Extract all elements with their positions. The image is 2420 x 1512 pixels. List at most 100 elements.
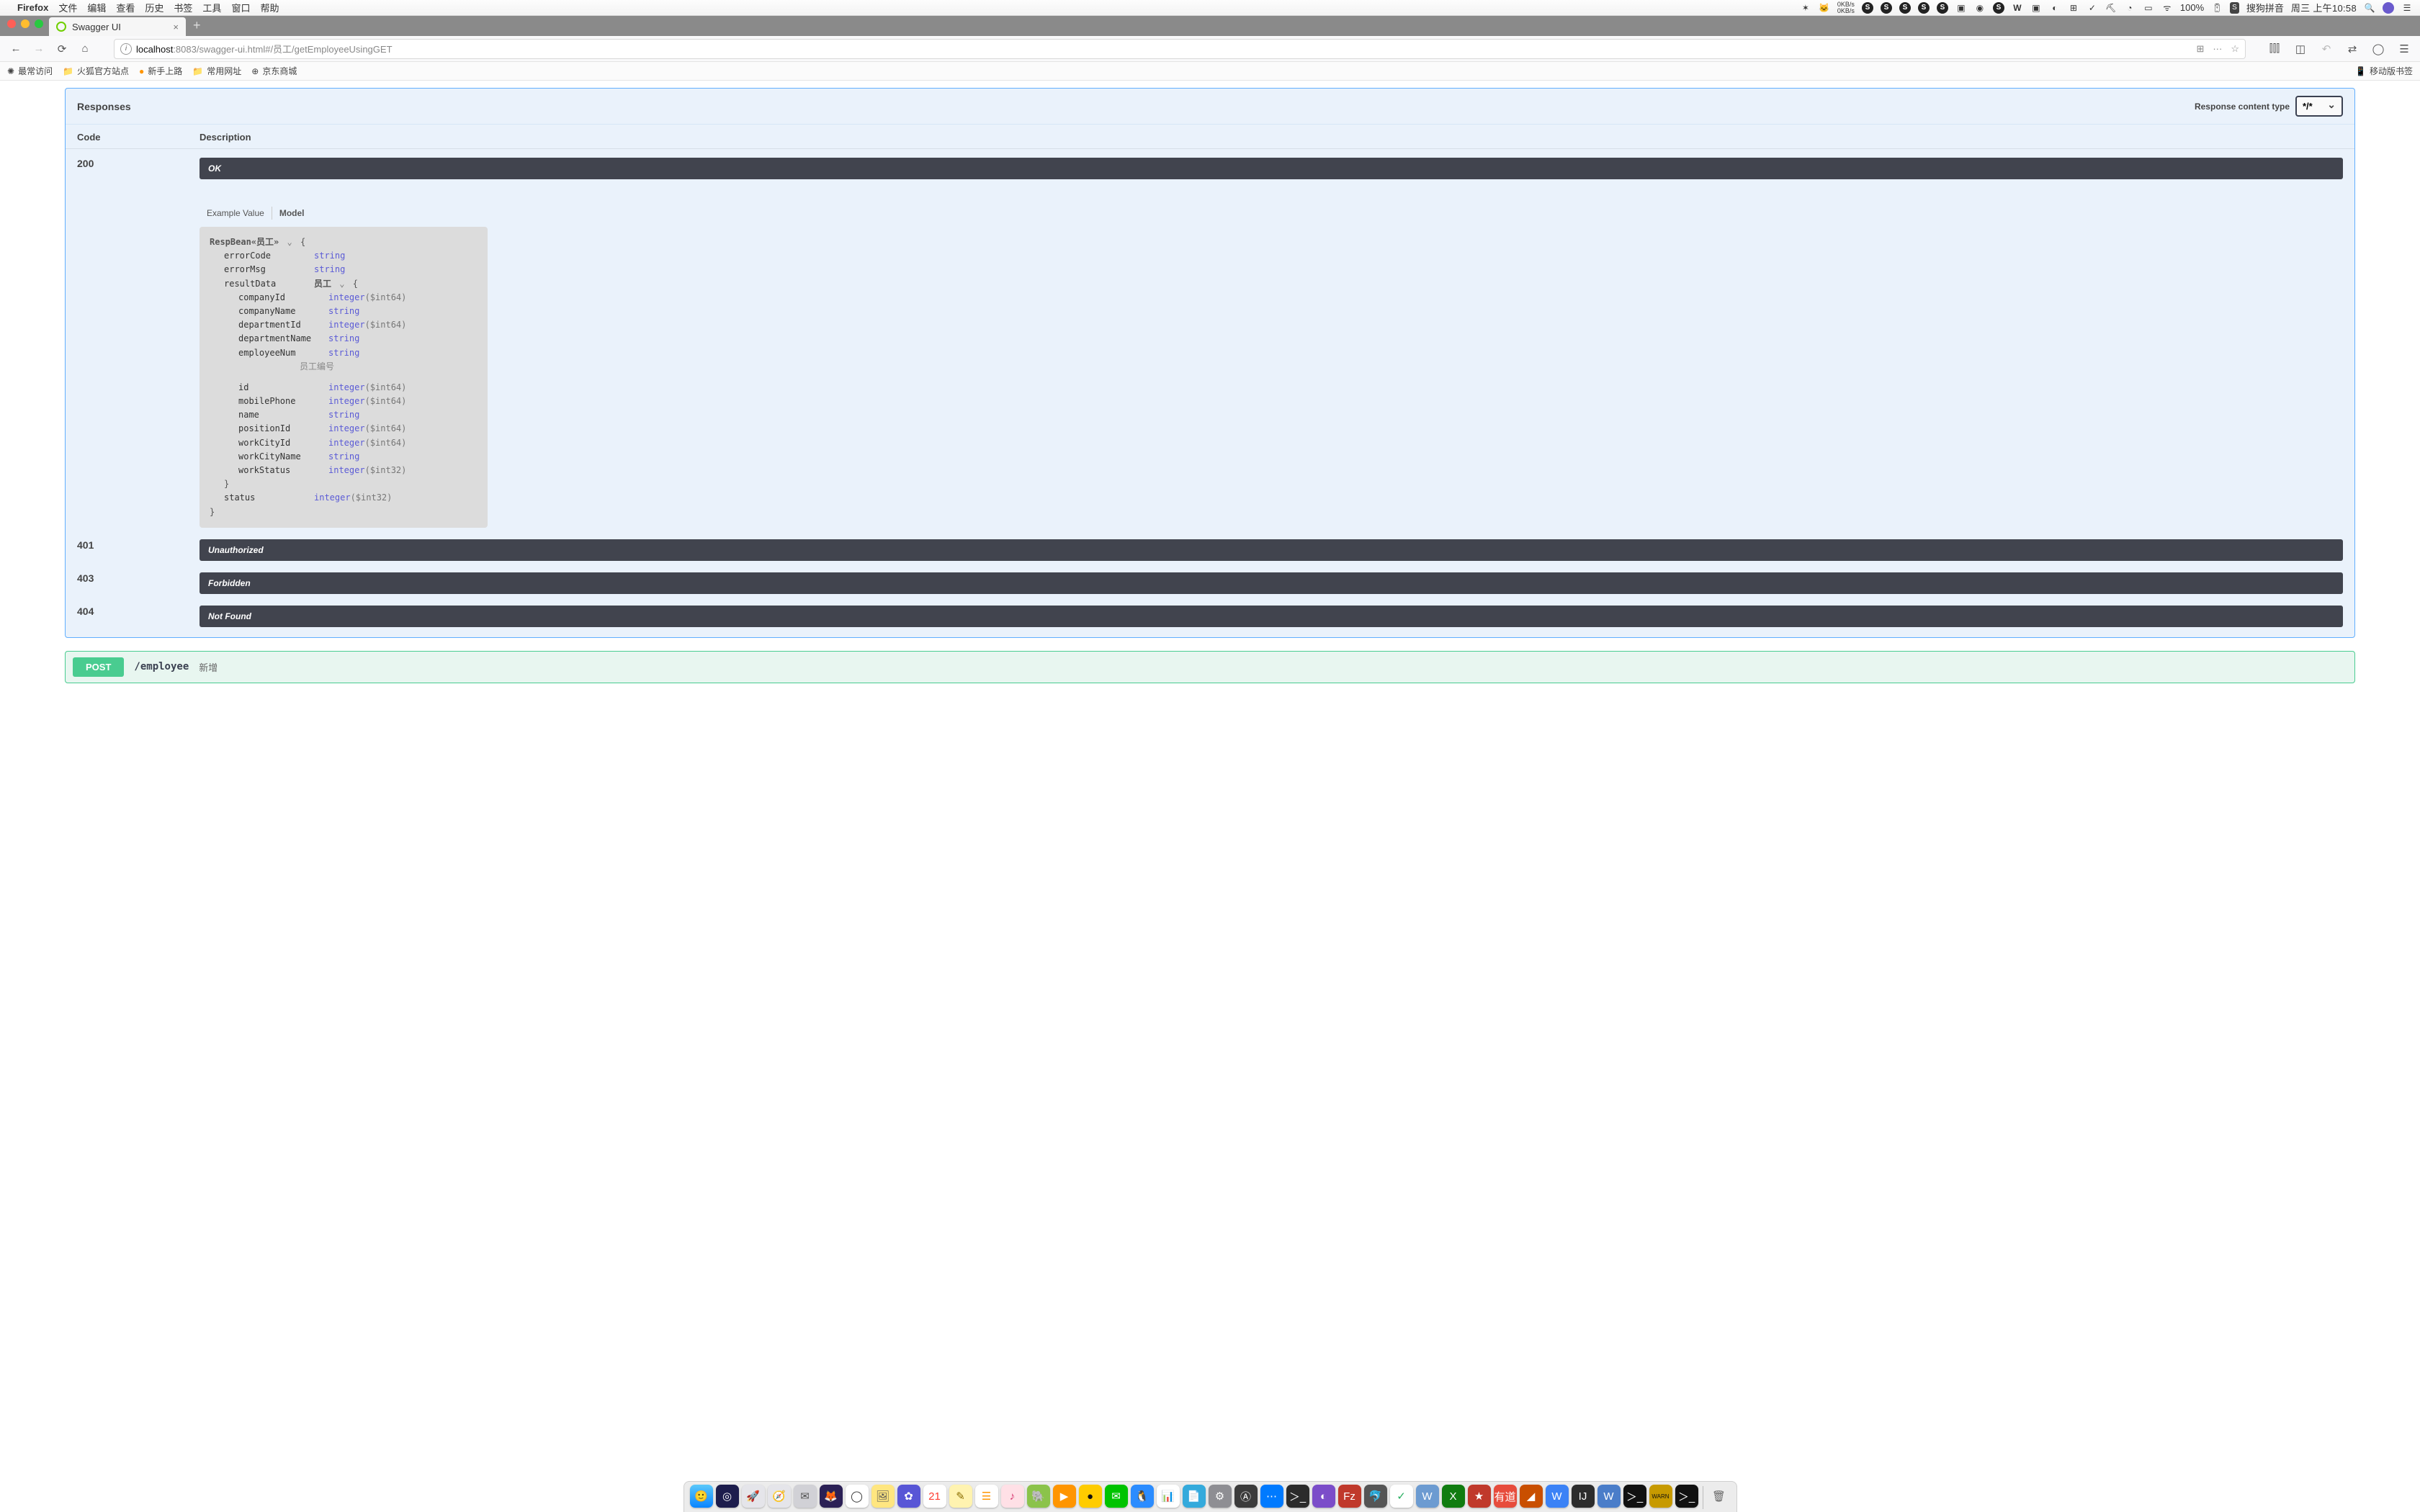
qr-icon[interactable]: ⊞ bbox=[2196, 43, 2204, 55]
dock-systemprefs-icon[interactable]: ⚙︎ bbox=[1209, 1485, 1232, 1508]
menu-file[interactable]: 文件 bbox=[58, 1, 77, 14]
ime-badge[interactable]: S bbox=[2230, 2, 2239, 14]
bm-newbie[interactable]: ●新手上路 bbox=[139, 65, 182, 77]
cat-icon[interactable]: 🐱 bbox=[1819, 2, 1830, 14]
status-tools-icon[interactable]: ⛏ bbox=[2105, 2, 2117, 14]
spotlight-icon[interactable]: 🔍 bbox=[2364, 2, 2375, 14]
dock-warning-icon[interactable]: WARN bbox=[1649, 1485, 1672, 1508]
status-s-2-icon[interactable]: S bbox=[1881, 2, 1892, 14]
dock-vlc-icon[interactable]: ▶ bbox=[1053, 1485, 1076, 1508]
dock-excel-icon[interactable]: X bbox=[1442, 1485, 1465, 1508]
dock-qq-icon[interactable]: 🐧 bbox=[1131, 1485, 1154, 1508]
bookmark-star-icon[interactable]: ☆ bbox=[2231, 43, 2239, 55]
bm-jd[interactable]: ⊕京东商城 bbox=[251, 65, 297, 77]
chevron-down-icon[interactable]: ⌄ bbox=[284, 237, 295, 247]
dock-eclipse-icon[interactable]: ◐ bbox=[1312, 1485, 1335, 1508]
menu-bookmarks[interactable]: 书签 bbox=[174, 1, 192, 14]
back-button[interactable]: ← bbox=[7, 40, 24, 58]
status-grid-icon[interactable]: ⊞ bbox=[2068, 2, 2079, 14]
browser-tab[interactable]: Swagger UI × bbox=[49, 17, 186, 36]
menu-history[interactable]: 历史 bbox=[145, 1, 163, 14]
dock-stickies-icon[interactable]: ● bbox=[1079, 1485, 1102, 1508]
dock-terminal-icon[interactable]: ＞_ bbox=[1286, 1485, 1309, 1508]
dock-messages-icon[interactable]: ⋯ bbox=[1260, 1485, 1283, 1508]
opblock-post[interactable]: POST /employee 新增 bbox=[65, 651, 2355, 683]
menu-view[interactable]: 查看 bbox=[116, 1, 135, 14]
forward-button[interactable]: → bbox=[30, 40, 48, 58]
menu-edit[interactable]: 编辑 bbox=[87, 1, 106, 14]
status-s-6-icon[interactable]: S bbox=[1993, 2, 2004, 14]
dock-trash-icon[interactable]: 🗑 bbox=[1708, 1485, 1731, 1508]
bm-most-visited[interactable]: ✺最常访问 bbox=[7, 65, 53, 77]
status-w-icon[interactable]: W bbox=[2012, 2, 2023, 14]
dock-launchpad-icon[interactable]: 🚀 bbox=[742, 1485, 765, 1508]
status-star-icon[interactable]: ◉ bbox=[1974, 2, 1986, 14]
battery-icon[interactable]: 🔋︎ bbox=[2211, 2, 2223, 14]
tab-model[interactable]: Model bbox=[272, 207, 312, 220]
bm-mobile[interactable]: 📱移动版书签 bbox=[2355, 65, 2413, 77]
dock-star-icon[interactable]: ★ bbox=[1468, 1485, 1491, 1508]
dock-firefox-icon[interactable]: 🦊 bbox=[820, 1485, 843, 1508]
dock-svn-icon[interactable]: ◢ bbox=[1520, 1485, 1543, 1508]
response-content-type-select[interactable]: */* bbox=[2295, 96, 2343, 117]
new-tab-button[interactable]: + bbox=[186, 18, 208, 36]
evernote-icon[interactable]: ✶ bbox=[1800, 2, 1811, 14]
status-box-icon[interactable]: ▣ bbox=[1955, 2, 1967, 14]
dock-chrome-icon[interactable]: ◯ bbox=[846, 1485, 869, 1508]
menu-window[interactable]: 窗口 bbox=[231, 1, 250, 14]
tab-example-value[interactable]: Example Value bbox=[200, 207, 272, 220]
dock-youdao-icon[interactable]: 有道 bbox=[1494, 1485, 1517, 1508]
dock-iterm-icon[interactable]: ＞_ bbox=[1623, 1485, 1646, 1508]
profile-icon[interactable]: ◯ bbox=[2370, 40, 2387, 58]
siri-icon[interactable] bbox=[2383, 2, 2394, 14]
dock-siri-icon[interactable]: ◎ bbox=[716, 1485, 739, 1508]
maximize-window-icon[interactable] bbox=[35, 19, 43, 28]
dock-wps-icon[interactable]: W bbox=[1546, 1485, 1569, 1508]
dock-word-icon[interactable]: W bbox=[1416, 1485, 1439, 1508]
sidebar-icon[interactable]: ◫ bbox=[2292, 40, 2309, 58]
dock-calendar-icon[interactable]: 21 bbox=[923, 1485, 946, 1508]
dock-reminders-icon[interactable]: ☰ bbox=[975, 1485, 998, 1508]
status-s-1-icon[interactable]: S bbox=[1862, 2, 1873, 14]
dock-check-icon[interactable]: ✓ bbox=[1390, 1485, 1413, 1508]
library-icon[interactable]: ⫿⫿⫿ bbox=[2266, 40, 2283, 58]
status-s-5-icon[interactable]: S bbox=[1937, 2, 1948, 14]
dock-wechat-icon[interactable]: ✉ bbox=[1105, 1485, 1128, 1508]
ime-label[interactable]: 搜狗拼音 bbox=[2246, 1, 2284, 14]
dock-notes-icon[interactable]: ✎ bbox=[949, 1485, 972, 1508]
page-actions-icon[interactable]: ··· bbox=[2213, 43, 2222, 55]
status-s-4-icon[interactable]: S bbox=[1918, 2, 1930, 14]
minimize-window-icon[interactable] bbox=[21, 19, 30, 28]
close-window-icon[interactable] bbox=[7, 19, 16, 28]
home-button[interactable]: ⌂ bbox=[76, 40, 94, 58]
site-info-icon[interactable]: i bbox=[120, 43, 132, 55]
dock-pages-icon[interactable]: 📄 bbox=[1183, 1485, 1206, 1508]
chevron-down-icon[interactable]: ⌄ bbox=[336, 279, 347, 289]
customize-icon[interactable]: ⇄ bbox=[2344, 40, 2361, 58]
dock-console-icon[interactable]: ＞_ bbox=[1675, 1485, 1698, 1508]
status-s-3-icon[interactable]: S bbox=[1899, 2, 1911, 14]
wifi-icon[interactable]: 󠀠ᯤ bbox=[2161, 2, 2173, 14]
status-camera-icon[interactable]: ▣ bbox=[2030, 2, 2042, 14]
notification-center-icon[interactable]: ☰ bbox=[2401, 2, 2413, 14]
dock-preview-icon[interactable]: 🖼 bbox=[871, 1485, 895, 1508]
menu-icon[interactable]: ☰ bbox=[2396, 40, 2413, 58]
menubar-clock[interactable]: 周三 上午10:58 bbox=[2291, 1, 2357, 14]
dock-w2-icon[interactable]: W bbox=[1597, 1485, 1621, 1508]
dock-intellij-icon[interactable]: IJ bbox=[1572, 1485, 1595, 1508]
dock-mysql-icon[interactable]: 🐬 bbox=[1364, 1485, 1387, 1508]
reload-button[interactable]: ⟳ bbox=[53, 40, 71, 58]
menu-tools[interactable]: 工具 bbox=[202, 1, 221, 14]
dock-finder-icon[interactable]: 🙂 bbox=[690, 1485, 713, 1508]
undo-close-icon[interactable]: ↶ bbox=[2318, 40, 2335, 58]
dock-photos-icon[interactable]: ✿ bbox=[897, 1485, 920, 1508]
dock-filezilla-icon[interactable]: Fz bbox=[1338, 1485, 1361, 1508]
dock-evernote-icon[interactable]: 🐘 bbox=[1027, 1485, 1050, 1508]
dock-numbers-icon[interactable]: 📊 bbox=[1157, 1485, 1180, 1508]
dock-appstore-icon[interactable]: Ⓐ bbox=[1234, 1485, 1258, 1508]
bm-firefox-hot[interactable]: 📁火狐官方站点 bbox=[63, 65, 129, 77]
wechat-icon[interactable]: ◔ bbox=[2124, 2, 2136, 14]
close-tab-icon[interactable]: × bbox=[173, 22, 179, 32]
menu-help[interactable]: 帮助 bbox=[260, 1, 279, 14]
menubar-app[interactable]: Firefox bbox=[17, 2, 48, 13]
